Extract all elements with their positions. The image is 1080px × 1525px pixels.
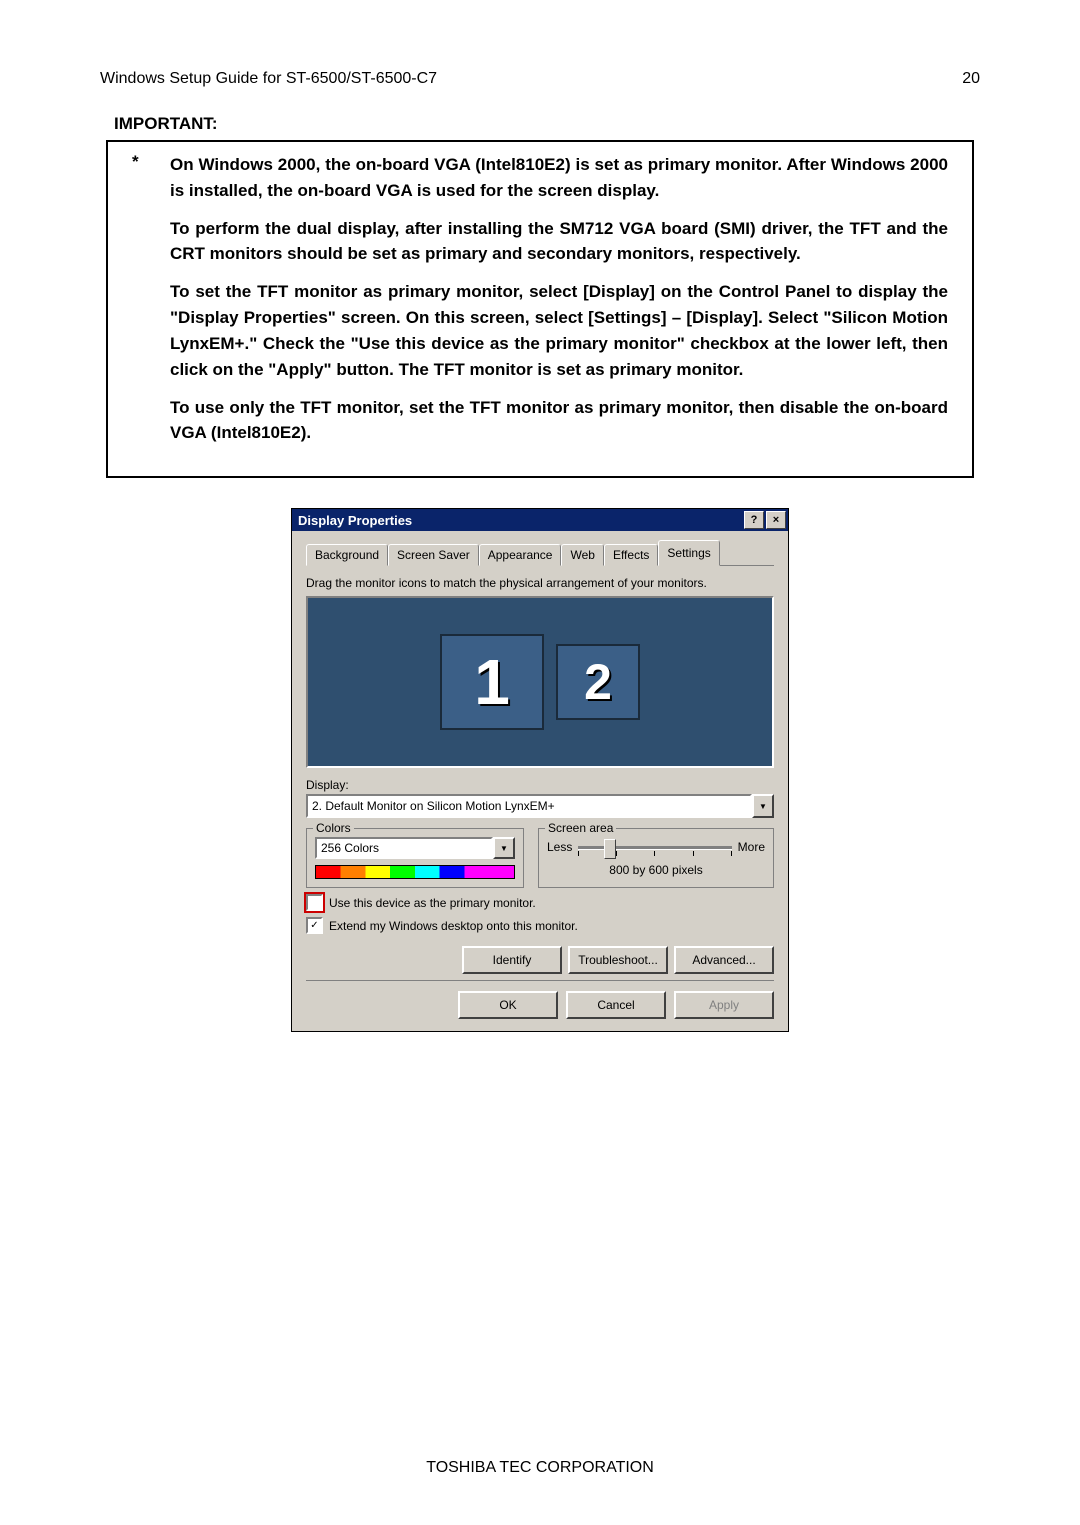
chevron-down-icon[interactable]: ▼ (752, 794, 774, 818)
cancel-button[interactable]: Cancel (566, 991, 666, 1019)
screen-area-legend: Screen area (545, 821, 616, 835)
resolution-slider[interactable] (578, 837, 731, 857)
display-dropdown-value: 2. Default Monitor on Silicon Motion Lyn… (306, 794, 752, 818)
primary-monitor-checkbox[interactable] (306, 894, 323, 911)
primary-monitor-checkbox-row[interactable]: Use this device as the primary monitor. (306, 894, 774, 911)
important-p1: On Windows 2000, the on-board VGA (Intel… (170, 152, 948, 204)
help-button[interactable]: ? (744, 511, 764, 529)
colors-value: 256 Colors (315, 837, 493, 859)
asterisk: * (132, 152, 170, 172)
screen-area-fieldset: Screen area Less More 800 by 600 pixels (538, 828, 774, 888)
monitor-2-icon[interactable]: 2 (556, 644, 640, 720)
advanced-button[interactable]: Advanced... (674, 946, 774, 974)
primary-monitor-checkbox-label: Use this device as the primary monitor. (329, 896, 536, 910)
monitor-1-icon[interactable]: 1 (440, 634, 544, 730)
close-button[interactable]: × (766, 511, 786, 529)
display-label: Display: (306, 778, 774, 792)
colors-legend: Colors (313, 821, 354, 835)
tab-screensaver[interactable]: Screen Saver (388, 544, 479, 566)
extend-desktop-checkbox-row[interactable]: ✓ Extend my Windows desktop onto this mo… (306, 917, 774, 934)
doc-header-left: Windows Setup Guide for ST-6500/ST-6500-… (100, 70, 437, 88)
extend-desktop-checkbox-label: Extend my Windows desktop onto this moni… (329, 919, 578, 933)
drag-instruction: Drag the monitor icons to match the phys… (306, 576, 774, 590)
slider-less-label: Less (547, 840, 572, 854)
page-footer: TOSHIBA TEC CORPORATION (0, 1459, 1080, 1477)
ok-button[interactable]: OK (458, 991, 558, 1019)
dialog-title: Display Properties (298, 513, 412, 528)
important-p2: To perform the dual display, after insta… (170, 216, 948, 268)
display-properties-dialog: Display Properties ? × Background Screen… (291, 508, 789, 1032)
slider-thumb[interactable] (604, 839, 616, 859)
tab-web[interactable]: Web (561, 544, 603, 566)
troubleshoot-button[interactable]: Troubleshoot... (568, 946, 668, 974)
display-dropdown[interactable]: 2. Default Monitor on Silicon Motion Lyn… (306, 794, 774, 818)
tab-strip: Background Screen Saver Appearance Web E… (306, 539, 774, 566)
identify-button[interactable]: Identify (462, 946, 562, 974)
page-number: 20 (962, 70, 980, 88)
chevron-down-icon[interactable]: ▼ (493, 837, 515, 859)
resolution-value: 800 by 600 pixels (547, 863, 765, 877)
important-heading: IMPORTANT: (114, 114, 980, 134)
tab-appearance[interactable]: Appearance (479, 544, 562, 566)
titlebar[interactable]: Display Properties ? × (292, 509, 788, 531)
colors-fieldset: Colors 256 Colors ▼ (306, 828, 524, 888)
tab-settings[interactable]: Settings (658, 540, 719, 566)
monitor-arrangement-area[interactable]: 1 2 (306, 596, 774, 768)
important-box: * On Windows 2000, the on-board VGA (Int… (106, 140, 974, 478)
colors-dropdown[interactable]: 256 Colors ▼ (315, 837, 515, 859)
tab-background[interactable]: Background (306, 544, 388, 566)
important-p3: To set the TFT monitor as primary monito… (170, 279, 948, 382)
apply-button[interactable]: Apply (674, 991, 774, 1019)
slider-more-label: More (738, 840, 765, 854)
color-preview-bar (315, 865, 515, 879)
important-p4: To use only the TFT monitor, set the TFT… (170, 395, 948, 447)
extend-desktop-checkbox[interactable]: ✓ (306, 917, 323, 934)
tab-effects[interactable]: Effects (604, 544, 658, 566)
